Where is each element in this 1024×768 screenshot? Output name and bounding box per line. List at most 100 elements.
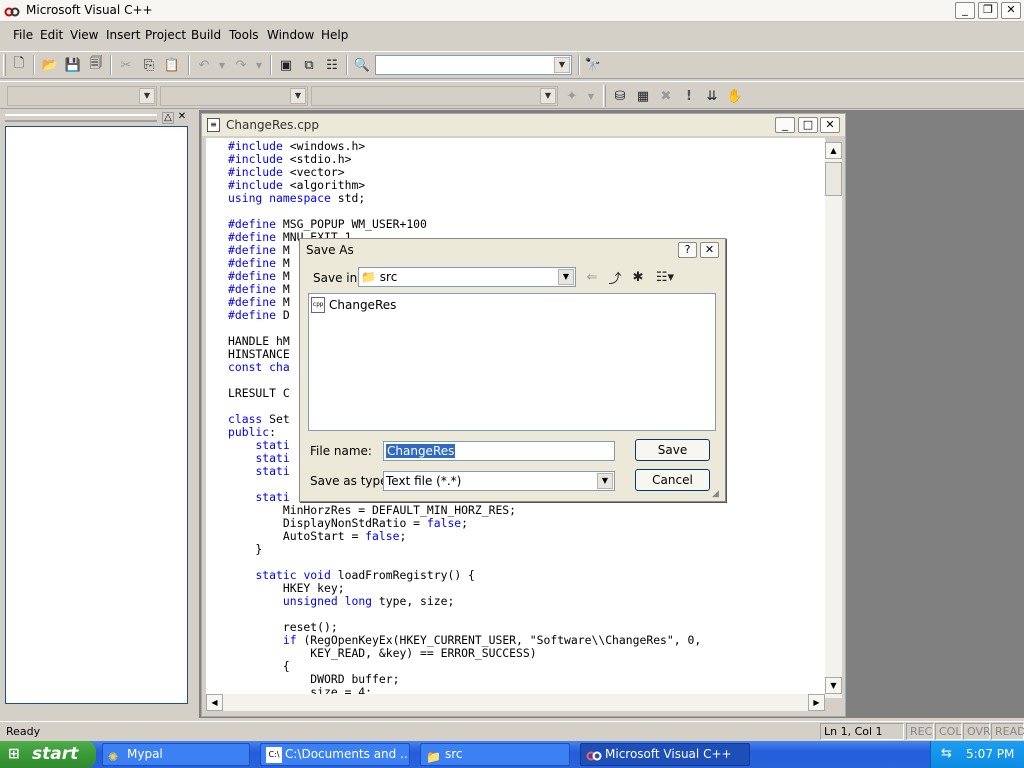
doc-close-button[interactable]: ✕ bbox=[820, 117, 840, 133]
workspace-icon[interactable]: ▣ bbox=[277, 56, 295, 74]
task-documents-folder[interactable]: C:\ C:\Documents and ... bbox=[260, 743, 410, 766]
task-label: C:\Documents and ... bbox=[285, 747, 410, 761]
pane-grip[interactable] bbox=[5, 114, 157, 122]
toolbar-grip[interactable] bbox=[603, 85, 606, 107]
start-button[interactable]: ⊞ start bbox=[0, 741, 96, 768]
toolbar-separator bbox=[110, 55, 112, 75]
execute-icon[interactable]: ! bbox=[680, 87, 698, 105]
doc-minimize-button[interactable]: _ bbox=[775, 117, 795, 133]
scroll-up-icon[interactable]: ▲ bbox=[825, 142, 842, 159]
window-list-icon[interactable]: ☷ bbox=[323, 56, 341, 74]
breakpoint-hand-icon[interactable]: ✋ bbox=[726, 87, 744, 105]
file-name-input[interactable]: ChangeRes bbox=[383, 441, 615, 461]
menu-window[interactable]: Window bbox=[267, 28, 314, 42]
restore-button[interactable]: ❐ bbox=[978, 2, 998, 19]
class-combo[interactable]: ▼ bbox=[7, 86, 157, 106]
save-as-type-dropdown[interactable]: Text file (*.*) ▼ bbox=[383, 471, 615, 491]
new-text-file-icon[interactable]: 🗋 bbox=[10, 56, 28, 74]
copy-icon[interactable]: ⎘ bbox=[140, 56, 158, 74]
chevron-down-icon[interactable]: ▼ bbox=[290, 88, 306, 104]
doc-restore-button[interactable]: □ bbox=[798, 117, 818, 133]
windows-logo-icon: ⊞ bbox=[8, 746, 20, 762]
up-folder-icon[interactable]: ⤴ bbox=[606, 268, 624, 287]
mdi-background bbox=[846, 110, 1024, 718]
build-icon[interactable]: ▦ bbox=[634, 87, 652, 105]
undo-dropdown-icon[interactable]: ▼ bbox=[213, 56, 231, 74]
cancel-button[interactable]: Cancel bbox=[635, 469, 710, 491]
system-tray: ⇆ 5:07 PM bbox=[930, 741, 1024, 768]
code-line: AutoStart = false; bbox=[228, 529, 407, 543]
folder-icon: 📁 bbox=[426, 750, 441, 764]
redo-icon[interactable]: ↷ bbox=[232, 56, 250, 74]
redo-dropdown-icon[interactable]: ▼ bbox=[250, 56, 268, 74]
new-folder-icon[interactable]: ✱ bbox=[629, 268, 647, 286]
paste-icon[interactable]: 📋 bbox=[163, 56, 181, 74]
status-text: Ready bbox=[6, 725, 41, 738]
find-binoculars-icon[interactable]: 🔭 bbox=[584, 56, 602, 74]
undo-icon[interactable]: ↶ bbox=[195, 56, 213, 74]
scroll-thumb[interactable] bbox=[825, 162, 842, 196]
code-line: using namespace std; bbox=[228, 191, 366, 205]
minimize-button[interactable]: _ bbox=[955, 2, 975, 19]
go-icon[interactable]: ⇊ bbox=[703, 87, 721, 105]
save-button[interactable]: Save bbox=[635, 439, 710, 461]
workspace-tree[interactable] bbox=[5, 126, 188, 704]
menu-help[interactable]: Help bbox=[321, 28, 348, 42]
task-src-folder[interactable]: 📁 src bbox=[420, 743, 570, 766]
save-all-icon[interactable]: 🗐 bbox=[87, 56, 105, 74]
task-visual-cpp[interactable]: Microsoft Visual C++ bbox=[580, 743, 750, 766]
compile-icon[interactable]: ⛁ bbox=[611, 87, 629, 105]
horizontal-scrollbar[interactable]: ◀ ▶ bbox=[206, 694, 825, 711]
find-in-files-icon[interactable]: 🔍 bbox=[353, 56, 371, 74]
menu-edit[interactable]: Edit bbox=[40, 28, 63, 42]
resize-grip-icon[interactable]: ◢ bbox=[712, 489, 724, 501]
chevron-down-icon[interactable]: ▼ bbox=[139, 88, 155, 104]
members-combo[interactable]: ▼ bbox=[311, 86, 558, 106]
pane-maximize-icon[interactable]: △ bbox=[162, 112, 174, 124]
chevron-down-icon[interactable]: ▼ bbox=[554, 57, 570, 73]
pane-close-icon[interactable]: ✕ bbox=[176, 112, 188, 124]
menu-insert[interactable]: Insert bbox=[106, 28, 140, 42]
start-label: start bbox=[32, 744, 79, 764]
task-label: src bbox=[445, 747, 463, 761]
save-in-dropdown[interactable]: 📁 src ▼ bbox=[358, 267, 576, 287]
menu-build[interactable]: Build bbox=[191, 28, 221, 42]
file-name-label: File name: bbox=[310, 444, 372, 458]
task-mypal[interactable]: ✺ Mypal bbox=[102, 743, 250, 766]
vertical-scrollbar[interactable]: ▲ ▼ bbox=[825, 142, 842, 698]
chevron-down-icon[interactable]: ▼ bbox=[558, 269, 574, 285]
save-as-type-value: Text file (*.*) bbox=[386, 474, 462, 488]
menu-tools[interactable]: Tools bbox=[229, 28, 259, 42]
menu-project[interactable]: Project bbox=[145, 28, 186, 42]
open-folder-icon[interactable]: 📂 bbox=[41, 56, 59, 74]
chevron-down-icon[interactable]: ▼ bbox=[540, 88, 556, 104]
dialog-title: Save As bbox=[306, 243, 354, 257]
wizard-wand-icon[interactable]: ✦ bbox=[563, 87, 581, 105]
back-arrow-icon[interactable]: ⇐ bbox=[583, 268, 601, 286]
dialog-title-bar[interactable]: Save As ? ✕ bbox=[300, 239, 725, 261]
document-title: ChangeRes.cpp bbox=[226, 118, 320, 132]
taskbar: ⊞ start ✺ Mypal C:\ C:\Documents and ...… bbox=[0, 741, 1024, 768]
menu-view[interactable]: View bbox=[70, 28, 98, 42]
view-menu-icon[interactable]: ☷▾ bbox=[652, 268, 678, 286]
find-combo[interactable]: ▼ bbox=[375, 55, 572, 75]
help-button[interactable]: ? bbox=[678, 242, 697, 258]
filter-combo[interactable]: ▼ bbox=[160, 86, 308, 106]
scroll-right-icon[interactable]: ▶ bbox=[808, 694, 825, 711]
scroll-left-icon[interactable]: ◀ bbox=[206, 694, 223, 711]
chevron-down-icon[interactable]: ▼ bbox=[597, 473, 613, 489]
wizard-dropdown-icon[interactable]: ▼ bbox=[582, 87, 600, 105]
stop-build-icon[interactable]: ✖ bbox=[657, 87, 675, 105]
toolbar-separator bbox=[578, 55, 580, 75]
close-button[interactable]: ✕ bbox=[1001, 2, 1021, 19]
output-icon[interactable]: ⧉ bbox=[300, 56, 318, 74]
toolbar-grip[interactable] bbox=[3, 54, 6, 76]
dialog-close-button[interactable]: ✕ bbox=[700, 242, 719, 258]
menu-file[interactable]: File bbox=[13, 28, 33, 42]
cut-icon[interactable]: ✂ bbox=[117, 56, 135, 74]
file-list[interactable]: cpp ChangeRes bbox=[308, 293, 716, 431]
save-icon[interactable]: 💾 bbox=[64, 56, 82, 74]
document-title-bar[interactable]: ≡ ChangeRes.cpp _ □ ✕ bbox=[202, 114, 845, 136]
scroll-down-icon[interactable]: ▼ bbox=[825, 677, 842, 694]
network-icon[interactable]: ⇆ bbox=[941, 746, 952, 761]
